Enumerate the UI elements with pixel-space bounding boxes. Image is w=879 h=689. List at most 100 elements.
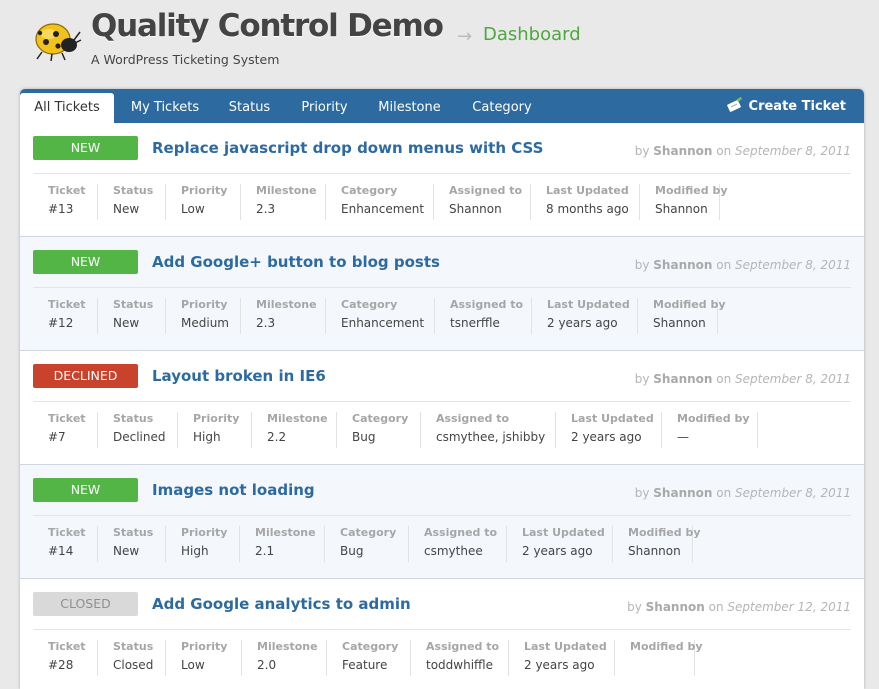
ticket-title-link[interactable]: Images not loading bbox=[152, 481, 315, 499]
tab-milestone[interactable]: Milestone bbox=[366, 93, 453, 123]
meta-modified: Modified by Shannon bbox=[640, 184, 728, 220]
meta-status-value: Declined bbox=[113, 430, 166, 444]
meta-modified: Modified by Shannon bbox=[638, 298, 726, 334]
byline-on-text: on bbox=[716, 258, 732, 272]
tab-priority[interactable]: Priority bbox=[283, 93, 366, 123]
status-badge[interactable]: CLOSED bbox=[33, 592, 138, 616]
status-badge[interactable]: DECLINED bbox=[33, 364, 138, 388]
meta-updated: Last Updated 2 years ago bbox=[556, 412, 662, 448]
meta-category-value: Enhancement bbox=[341, 202, 425, 216]
meta-modified-value: Shannon bbox=[628, 544, 681, 558]
meta-updated: Last Updated 2 years ago bbox=[507, 526, 613, 562]
meta-modified: Modified by — bbox=[662, 412, 758, 448]
meta-assigned-label: Assigned to bbox=[426, 640, 500, 653]
byline-by-text: by bbox=[634, 144, 650, 158]
meta-updated-label: Last Updated bbox=[546, 184, 629, 197]
meta-ticket-label: Ticket bbox=[48, 184, 86, 197]
meta-assigned: Assigned to csmythee bbox=[409, 526, 507, 562]
meta-updated-value: 2 years ago bbox=[522, 544, 593, 558]
status-badge[interactable]: NEW bbox=[33, 478, 138, 502]
meta-milestone: Milestone 2.1 bbox=[240, 526, 325, 562]
tab-status[interactable]: Status bbox=[216, 93, 283, 123]
meta-priority-label: Priority bbox=[181, 184, 228, 197]
meta-assigned-value: Shannon bbox=[449, 202, 502, 216]
tab-all-tickets[interactable]: All Tickets bbox=[20, 93, 114, 123]
meta-priority-value: High bbox=[181, 544, 209, 558]
ticket-row: NEW Images not loading by Shannon on Septe… bbox=[20, 465, 864, 579]
meta-updated-value: 2 years ago bbox=[524, 658, 595, 672]
ticket-author[interactable]: Shannon bbox=[653, 486, 712, 500]
byline-by-text: by bbox=[634, 486, 650, 500]
ticket-date: September 8, 2011 bbox=[735, 258, 851, 272]
meta-milestone-label: Milestone bbox=[256, 184, 317, 197]
ticket-title-link[interactable]: Add Google+ button to blog posts bbox=[152, 253, 440, 271]
byline-on-text: on bbox=[716, 486, 732, 500]
ticket-author[interactable]: Shannon bbox=[646, 600, 705, 614]
meta-status: Status Closed bbox=[98, 640, 166, 676]
meta-status-label: Status bbox=[113, 298, 154, 311]
meta-assigned-value: csmythee, jshibby bbox=[436, 430, 546, 444]
meta-modified-label: Modified by bbox=[677, 412, 750, 425]
meta-status-label: Status bbox=[113, 412, 154, 425]
meta-category-label: Category bbox=[340, 526, 397, 539]
meta-priority: Priority Low bbox=[166, 184, 241, 220]
ticket-author[interactable]: Shannon bbox=[653, 372, 712, 386]
meta-ticket: Ticket #7 bbox=[33, 412, 98, 448]
byline-on-text: on bbox=[716, 372, 732, 386]
ticket-byline: by Shannon on September 8, 2011 bbox=[635, 258, 851, 272]
meta-assigned-label: Assigned to bbox=[450, 298, 524, 311]
ticket-author[interactable]: Shannon bbox=[653, 258, 712, 272]
site-title[interactable]: Quality Control Demo bbox=[91, 8, 444, 44]
status-badge[interactable]: NEW bbox=[33, 250, 138, 274]
breadcrumb-dashboard[interactable]: Dashboard bbox=[483, 24, 581, 45]
ticket-divider bbox=[33, 629, 851, 630]
meta-ticket-value: #7 bbox=[48, 430, 66, 444]
meta-status: Status New bbox=[98, 298, 166, 334]
meta-updated-label: Last Updated bbox=[522, 526, 605, 539]
meta-modified: Modified by bbox=[615, 640, 703, 676]
meta-updated: Last Updated 8 months ago bbox=[531, 184, 640, 220]
ticket-byline: by Shannon on September 12, 2011 bbox=[627, 600, 851, 614]
ticket-pen-icon bbox=[726, 97, 742, 112]
meta-status-label: Status bbox=[113, 640, 154, 653]
status-badge[interactable]: NEW bbox=[33, 136, 138, 160]
tab-my-tickets[interactable]: My Tickets bbox=[114, 93, 216, 123]
byline-by-text: by bbox=[634, 258, 650, 272]
meta-assigned: Assigned to toddwhiffle bbox=[411, 640, 509, 676]
ticket-title-link[interactable]: Add Google analytics to admin bbox=[152, 595, 411, 613]
meta-assigned-label: Assigned to bbox=[424, 526, 498, 539]
meta-milestone-value: 2.0 bbox=[257, 658, 277, 672]
byline-by-text: by bbox=[634, 372, 650, 386]
meta-category-label: Category bbox=[341, 184, 398, 197]
ticket-byline: by Shannon on September 8, 2011 bbox=[635, 144, 851, 158]
meta-milestone-value: 2.3 bbox=[256, 202, 276, 216]
meta-ticket-label: Ticket bbox=[48, 526, 86, 539]
meta-ticket: Ticket #14 bbox=[33, 526, 98, 562]
site-header: Quality Control Demo → Dashboard A WordP… bbox=[0, 0, 879, 88]
meta-milestone-value: 2.3 bbox=[256, 316, 276, 330]
meta-priority: Priority Medium bbox=[166, 298, 241, 334]
meta-priority: Priority High bbox=[166, 526, 240, 562]
ticket-title-link[interactable]: Layout broken in IE6 bbox=[152, 367, 326, 385]
meta-category-value: Bug bbox=[352, 430, 376, 444]
meta-priority-label: Priority bbox=[193, 412, 240, 425]
meta-priority-label: Priority bbox=[181, 298, 228, 311]
tab-category[interactable]: Category bbox=[453, 93, 551, 123]
meta-assigned-label: Assigned to bbox=[436, 412, 510, 425]
meta-ticket-label: Ticket bbox=[48, 412, 86, 425]
create-ticket-button[interactable]: Create Ticket bbox=[726, 97, 846, 117]
meta-ticket: Ticket #28 bbox=[33, 640, 98, 676]
ticket-title-link[interactable]: Replace javascript drop down menus with … bbox=[152, 139, 543, 157]
ticket-author[interactable]: Shannon bbox=[653, 144, 712, 158]
meta-modified-label: Modified by bbox=[628, 526, 701, 539]
meta-milestone-label: Milestone bbox=[267, 412, 328, 425]
ladybug-icon[interactable] bbox=[24, 12, 82, 62]
meta-modified: Modified by Shannon bbox=[613, 526, 701, 562]
meta-modified-value: Shannon bbox=[653, 316, 706, 330]
meta-modified-label: Modified by bbox=[655, 184, 728, 197]
meta-category-label: Category bbox=[341, 298, 398, 311]
meta-ticket-value: #28 bbox=[48, 658, 74, 672]
meta-priority-value: Low bbox=[181, 658, 205, 672]
meta-status: Status New bbox=[98, 526, 166, 562]
meta-category: Category Feature bbox=[327, 640, 411, 676]
